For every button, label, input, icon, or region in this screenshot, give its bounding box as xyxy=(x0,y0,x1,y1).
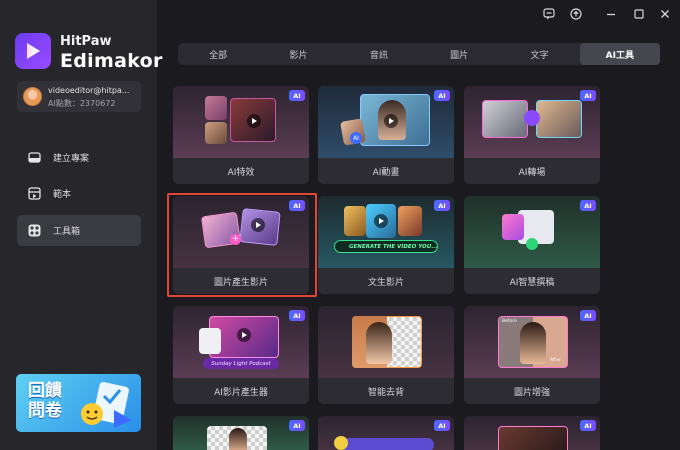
podcast-caption: Sunday Light Podcast xyxy=(203,358,279,369)
play-icon xyxy=(384,114,398,128)
play-icon xyxy=(247,114,261,128)
survey-illustration-icon xyxy=(81,382,132,428)
nav-item-label: 建立專案 xyxy=(53,154,90,164)
tool-card-background-remover[interactable]: 智能去背 xyxy=(318,306,454,404)
tool-card-partial-3[interactable]: AI xyxy=(464,416,600,450)
brand-name: Edimakor xyxy=(60,50,163,72)
ai-badge: AI xyxy=(434,90,450,101)
before-label: Before xyxy=(502,319,517,324)
card-label: 文生影片 xyxy=(318,268,454,294)
upload-icon[interactable] xyxy=(568,6,584,22)
ai-badge: AI xyxy=(580,200,596,211)
close-icon[interactable] xyxy=(657,6,673,22)
card-label: AI影片產生器 xyxy=(173,378,309,404)
play-icon xyxy=(374,214,388,228)
survey-banner[interactable]: 回饋問卷 xyxy=(16,374,141,432)
app-logo xyxy=(15,33,51,69)
ai-badge: AI xyxy=(289,310,305,321)
ai-badge: AI xyxy=(580,90,596,101)
tool-card-ai-animation[interactable]: AI AI AI動畫 xyxy=(318,86,454,184)
ai-badge: AI xyxy=(289,90,305,101)
audio-wave-icon xyxy=(338,438,434,450)
brand-top: HitPaw xyxy=(60,34,112,49)
play-icon xyxy=(237,328,251,342)
ai-badge: AI xyxy=(580,420,596,431)
ai-badge: AI xyxy=(289,200,305,211)
after-label: After xyxy=(550,358,561,363)
tool-card-image-enhance[interactable]: Before After AI 圖片增強 xyxy=(464,306,600,404)
tool-card-image-to-video[interactable]: + AI 圖片產生影片 xyxy=(173,196,309,294)
ai-badge: AI xyxy=(289,420,305,431)
account-email: videoeditor@hitpa... xyxy=(48,86,130,95)
ai-sticker-icon: AI xyxy=(350,132,362,144)
card-label: 圖片產生影片 xyxy=(173,268,309,294)
nav-item-label: 工具箱 xyxy=(53,227,81,237)
account-card[interactable]: videoeditor@hitpa... AI點數：2370672 xyxy=(17,81,141,112)
new-project-icon xyxy=(27,151,41,165)
tool-card-text-to-video[interactable]: GENERATE THE VIDEO YOU... AI 文生影片 xyxy=(318,196,454,294)
card-label: AI智慧撰稿 xyxy=(464,268,600,294)
tool-card-ai-effects[interactable]: AI AI特效 xyxy=(173,86,309,184)
card-label: AI轉場 xyxy=(464,158,600,184)
tab-audio[interactable]: 音訊 xyxy=(339,43,419,65)
feedback-icon[interactable] xyxy=(541,6,557,22)
card-label: 智能去背 xyxy=(318,378,454,404)
tool-card-ai-video-generator[interactable]: Sunday Light Podcast AI AI影片產生器 xyxy=(173,306,309,404)
nav-item-new-project[interactable]: 建立專案 xyxy=(17,142,141,173)
nav-item-label: 範本 xyxy=(53,190,72,200)
minimize-icon[interactable] xyxy=(603,6,619,22)
tool-card-partial-2[interactable]: AI xyxy=(318,416,454,450)
tab-image[interactable]: 圖片 xyxy=(419,43,499,65)
maximize-icon[interactable] xyxy=(631,6,647,22)
card-label: AI特效 xyxy=(173,158,309,184)
toolbox-icon xyxy=(27,224,41,238)
logo-play-icon xyxy=(27,43,40,59)
tab-all[interactable]: 全部 xyxy=(178,43,258,65)
nav-item-template[interactable]: 範本 xyxy=(17,178,141,209)
plus-icon: + xyxy=(230,234,241,245)
category-tabs: 全部 影片 音訊 圖片 文字 AI工具 xyxy=(178,43,660,65)
tab-video[interactable]: 影片 xyxy=(258,43,338,65)
card-label: AI動畫 xyxy=(318,158,454,184)
tool-card-ai-transition[interactable]: AI AI轉場 xyxy=(464,86,600,184)
account-points: AI點數：2370672 xyxy=(48,99,116,108)
tool-card-partial-1[interactable]: AI xyxy=(173,416,309,450)
nav-item-toolbox[interactable]: 工具箱 xyxy=(17,215,141,246)
card-thumbnail xyxy=(318,306,454,378)
prompt-pill: GENERATE THE VIDEO YOU... xyxy=(334,240,438,253)
ai-badge: AI xyxy=(580,310,596,321)
survey-banner-text: 回饋問卷 xyxy=(28,381,62,421)
card-label: 圖片增強 xyxy=(464,378,600,404)
template-icon xyxy=(27,187,41,201)
avatar xyxy=(23,87,42,106)
transition-icon xyxy=(524,110,540,126)
play-icon xyxy=(251,218,265,232)
ai-badge: AI xyxy=(434,420,450,431)
chat-icon xyxy=(526,238,538,250)
ai-badge: AI xyxy=(434,200,450,211)
tab-text[interactable]: 文字 xyxy=(499,43,579,65)
tab-ai-tools[interactable]: AI工具 xyxy=(579,43,660,65)
sidebar: HitPaw Edimakor videoeditor@hitpa... AI點… xyxy=(0,0,162,450)
tool-card-ai-script-writer[interactable]: AI AI智慧撰稿 xyxy=(464,196,600,294)
